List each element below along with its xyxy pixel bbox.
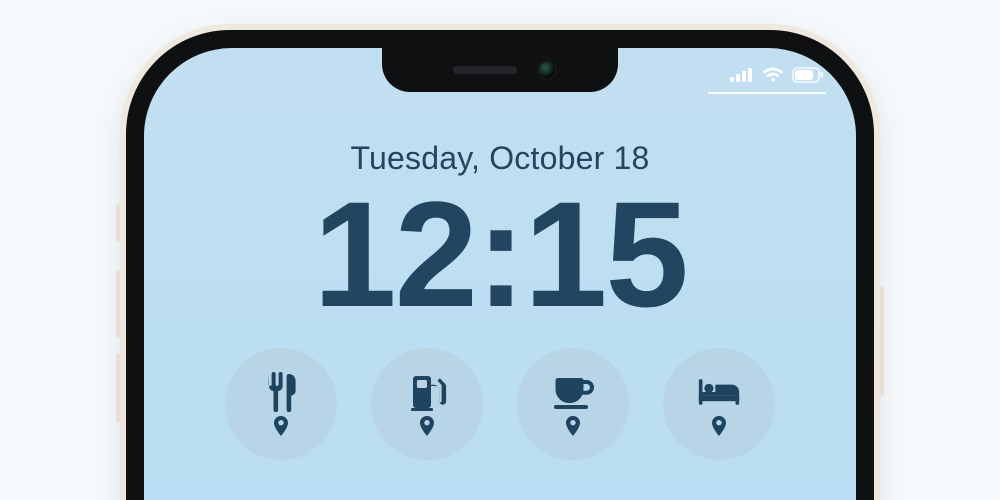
widget-coffee[interactable] [517, 348, 629, 460]
fork-knife-icon [257, 372, 305, 412]
map-pin-icon [566, 416, 580, 436]
stage: Tuesday, October 18 12:15 [0, 0, 1000, 500]
battery-icon [792, 67, 824, 83]
power-button[interactable] [880, 286, 884, 396]
cellular-icon [730, 68, 754, 82]
volume-up-button[interactable] [116, 270, 120, 338]
bed-icon [695, 372, 743, 412]
map-pin-icon [420, 416, 434, 436]
lock-screen-date: Tuesday, October 18 [144, 140, 856, 177]
widget-hotels[interactable] [663, 348, 775, 460]
widgets-row [144, 348, 856, 460]
volume-down-button[interactable] [116, 354, 120, 422]
map-pin-icon [274, 416, 288, 436]
wifi-icon [762, 67, 784, 83]
cup-saucer-icon [549, 372, 597, 412]
phone-shell: Tuesday, October 18 12:15 [126, 30, 874, 500]
widget-fuel[interactable] [371, 348, 483, 460]
front-camera [539, 62, 555, 78]
notch [382, 48, 618, 92]
speaker-grille [453, 66, 517, 74]
fuel-pump-icon [403, 372, 451, 412]
mute-switch[interactable] [116, 204, 120, 242]
status-underline [708, 92, 826, 94]
widget-restaurants[interactable] [225, 348, 337, 460]
status-bar [730, 64, 824, 86]
lock-screen-time: 12:15 [144, 179, 856, 329]
lock-screen[interactable]: Tuesday, October 18 12:15 [144, 48, 856, 500]
phone-frame: Tuesday, October 18 12:15 [120, 24, 880, 500]
map-pin-icon [712, 416, 726, 436]
